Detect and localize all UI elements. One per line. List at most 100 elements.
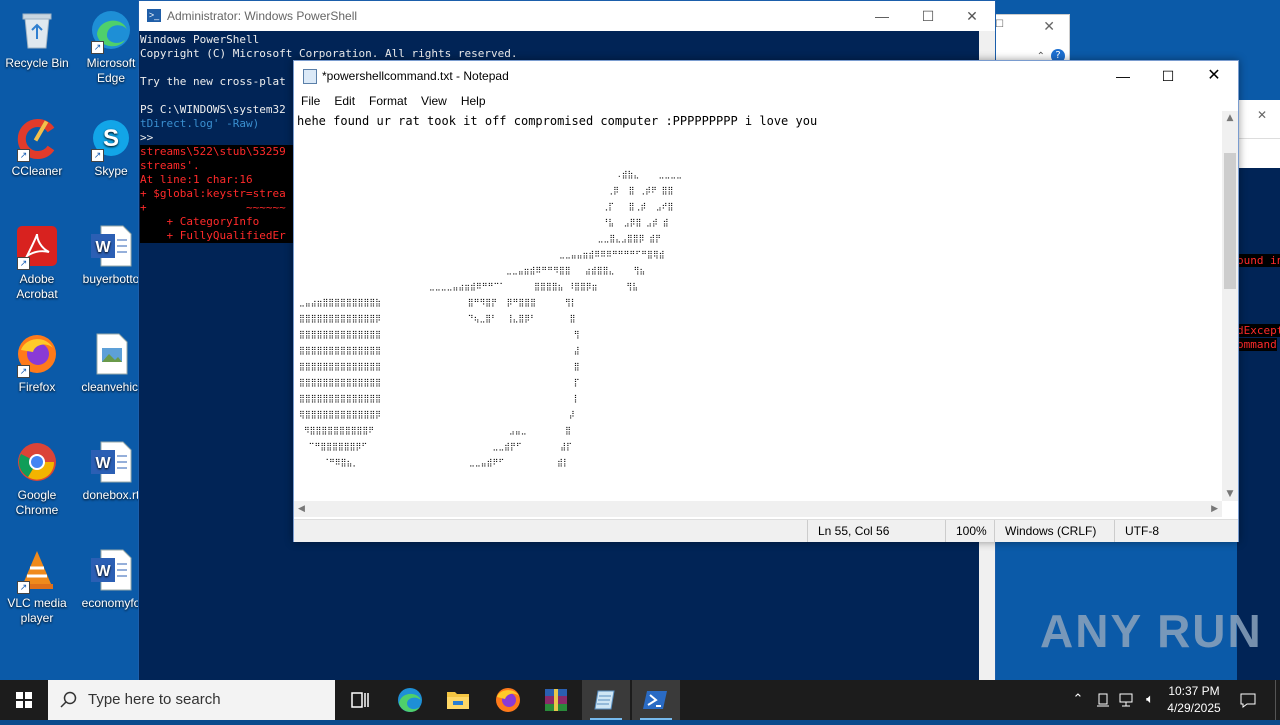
desktop-icon-firefox[interactable]: ↗ Firefox <box>0 332 74 395</box>
windows-logo-icon <box>16 692 32 708</box>
desktop-icon-recycle-bin[interactable]: Recycle Bin <box>0 8 74 71</box>
desktop-icon-acrobat[interactable]: ↗ Adobe Acrobat <box>0 224 74 302</box>
icon-label: Adobe Acrobat <box>16 272 58 301</box>
edge-icon <box>398 688 422 712</box>
vertical-scrollbar[interactable]: ▲ ▼ <box>1222 111 1238 501</box>
ascii-line: ⣿⣿⣿⣿⣿⣿⣿⣿⣿⣿⣿⣿⣿⡿ ⠙⢦⣀⣿⠃ ⢸⣄⣿⡿⠃ ⣿ <box>299 314 576 323</box>
status-bar: Ln 55, Col 56 100% Windows (CRLF) UTF-8 <box>294 519 1238 542</box>
volume-icon[interactable]: 🔈︎ <box>1140 680 1160 720</box>
desktop-icon-donebox[interactable]: W donebox.rt <box>74 440 148 503</box>
icon-label: CCleaner <box>11 164 63 178</box>
ascii-line: ⣀⣤⣴⣶⣿⣿⣿⣿⣿⣿⣿⣿⣿⣷ ⣿⠛⠻⣿⡟ ⡿⠛⣿⣿⣿ ⢻⡇ <box>299 298 577 307</box>
winrar-icon <box>545 689 567 711</box>
svg-text:W: W <box>95 239 111 256</box>
desktop-icon-economyfo[interactable]: W economyfo <box>74 548 148 611</box>
ascii-line: ⠉⠛⣿⣿⣿⣿⣿⣿⡿⠋ ⣀⣀⣾⡟⠋ ⣼⡏ <box>299 442 572 451</box>
powershell-titlebar[interactable]: >_ Administrator: Windows PowerShell — ☐… <box>139 1 995 31</box>
device-icon[interactable] <box>1092 680 1114 720</box>
ascii-line: ⣿⣿⣿⣿⣿⣿⣿⣿⣿⣿⣿⣿⣿⣿ ⡇ <box>299 394 580 403</box>
edge-icon: ↗ <box>89 8 133 54</box>
text-editor[interactable]: hehe found ur rat took it off compromise… <box>294 111 1222 501</box>
zoom-level: 100% <box>945 520 987 542</box>
maximize-button[interactable]: ☐ <box>1145 61 1191 91</box>
minimize-button[interactable]: — <box>859 1 905 31</box>
powershell-icon <box>643 691 667 709</box>
task-view-button[interactable] <box>336 680 384 720</box>
ascii-line: ⣀⣀⣤⣶⣾⠿⠛⠛⠻⣿⣿ ⣴⣾⣿⣿⣄ ⢻⣦ <box>299 266 646 275</box>
ccleaner-icon: ↗ <box>15 116 59 162</box>
horizontal-scrollbar[interactable]: ◀ ▶ <box>294 501 1222 517</box>
line-ending: Windows (CRLF) <box>994 520 1096 542</box>
taskbar-edge[interactable] <box>386 680 434 720</box>
icon-label: Microsoft Edge <box>86 56 136 85</box>
close-icon[interactable]: ✕ <box>1257 108 1267 122</box>
anyrun-watermark: ANY RUN <box>1040 605 1263 657</box>
taskbar-notepad[interactable] <box>582 680 630 720</box>
desktop: Recycle Bin ↗ Microsoft Edge ↗ CCleaner … <box>0 0 1280 680</box>
minimize-button[interactable]: — <box>1100 61 1146 91</box>
icon-label: VLC media player <box>7 596 67 625</box>
desktop-icon-skype[interactable]: S ↗ Skype <box>74 116 148 179</box>
ascii-line: ⣀⣀⣿⣄⣠⣿⣿⡿ ⣾⡟ <box>299 234 662 243</box>
network-icon[interactable] <box>1116 680 1138 720</box>
start-button[interactable] <box>0 680 48 720</box>
scroll-up-icon[interactable]: ▲ <box>1222 113 1238 123</box>
taskbar-file-explorer[interactable] <box>434 680 482 720</box>
notification-icon[interactable] <box>1236 680 1260 720</box>
ascii-line: ⠘⣧ ⣠⡿⣿ ⣠⡾ ⣾ <box>299 218 669 227</box>
taskbar-powershell[interactable] <box>632 680 680 720</box>
task-view-icon <box>351 692 369 708</box>
close-button[interactable]: ✕ <box>1191 61 1237 91</box>
taskbar-winrar[interactable] <box>532 680 580 720</box>
menu-edit[interactable]: Edit <box>327 91 362 111</box>
console-fragment: ound in <box>1237 254 1280 267</box>
clock-time: 10:37 PM <box>1168 684 1220 698</box>
icon-label: Recycle Bin <box>5 56 69 70</box>
ascii-line: ⢀⡿ ⣿ ⢀⡾⠟ ⣿⣿ <box>299 186 674 195</box>
svg-text:W: W <box>95 563 111 580</box>
shortcut-arrow-icon: ↗ <box>17 365 30 378</box>
desktop-icon-edge[interactable]: ↗ Microsoft Edge <box>74 8 148 86</box>
desktop-icon-buyerbotto[interactable]: W buyerbotto <box>74 224 148 287</box>
chrome-icon <box>15 440 59 484</box>
desktop-icon-chrome[interactable]: Google Chrome <box>0 440 74 518</box>
search-box[interactable]: Type here to search <box>48 680 335 720</box>
acrobat-icon: ↗ <box>15 224 59 270</box>
menu-format[interactable]: Format <box>362 91 414 111</box>
desktop-icon-cleanvehicl[interactable]: cleanvehicl <box>74 332 148 395</box>
menu-view[interactable]: View <box>414 91 454 111</box>
window-title: Administrator: Windows PowerShell <box>167 9 358 23</box>
notepad-window[interactable]: *powershellcommand.txt - Notepad — ☐ ✕ F… <box>293 60 1239 542</box>
show-desktop-button[interactable] <box>1275 680 1280 720</box>
text-line: hehe found ur rat took it off compromise… <box>297 114 818 128</box>
taskbar: Type here to search ⌃ 🔈︎ 10:37 PM 4/29/2… <box>0 680 1280 720</box>
ascii-line: ⣀⣀⣀⣀⣤⣴⣶⣾⠿⠛⠛⠉⠁ ⣿⣿⣿⣿⣦ ⠸⣿⣿⡿⣶ ⢻⣧ <box>299 282 639 291</box>
maximize-button[interactable]: ☐ <box>905 1 951 31</box>
close-icon[interactable]: ✕ <box>1043 19 1055 35</box>
icon-label: buyerbotto <box>82 272 140 286</box>
vlc-icon: ↗ <box>15 548 59 594</box>
menu-file[interactable]: File <box>294 91 327 111</box>
menu-help[interactable]: Help <box>454 91 493 111</box>
scroll-thumb[interactable] <box>1224 153 1236 289</box>
icon-label: economyfo <box>81 596 141 610</box>
background-window-strip: ✕ <box>1237 100 1280 168</box>
close-button[interactable]: ✕ <box>949 1 995 31</box>
background-window[interactable]: ✕ ☐ ? ⌃ <box>994 14 1070 64</box>
maximize-icon[interactable]: ☐ <box>995 19 1004 30</box>
clock[interactable]: 10:37 PM 4/29/2025 <box>1158 683 1230 717</box>
clock-date: 4/29/2025 <box>1167 701 1221 715</box>
taskbar-firefox[interactable] <box>484 680 532 720</box>
icon-label: Firefox <box>18 380 56 394</box>
chevron-up-icon[interactable]: ⌃ <box>1068 680 1088 720</box>
notepad-titlebar[interactable]: *powershellcommand.txt - Notepad — ☐ ✕ <box>294 61 1238 91</box>
firefox-icon <box>496 688 520 712</box>
firefox-icon: ↗ <box>15 332 59 378</box>
desktop-icon-ccleaner[interactable]: ↗ CCleaner <box>0 116 74 179</box>
scroll-down-icon[interactable]: ▼ <box>1222 489 1238 499</box>
search-placeholder: Type here to search <box>88 691 221 708</box>
scroll-left-icon[interactable]: ◀ <box>298 501 305 517</box>
word-doc-icon: W <box>89 224 133 268</box>
desktop-icon-vlc[interactable]: ↗ VLC media player <box>0 548 74 626</box>
scroll-right-icon[interactable]: ▶ <box>1211 501 1218 517</box>
